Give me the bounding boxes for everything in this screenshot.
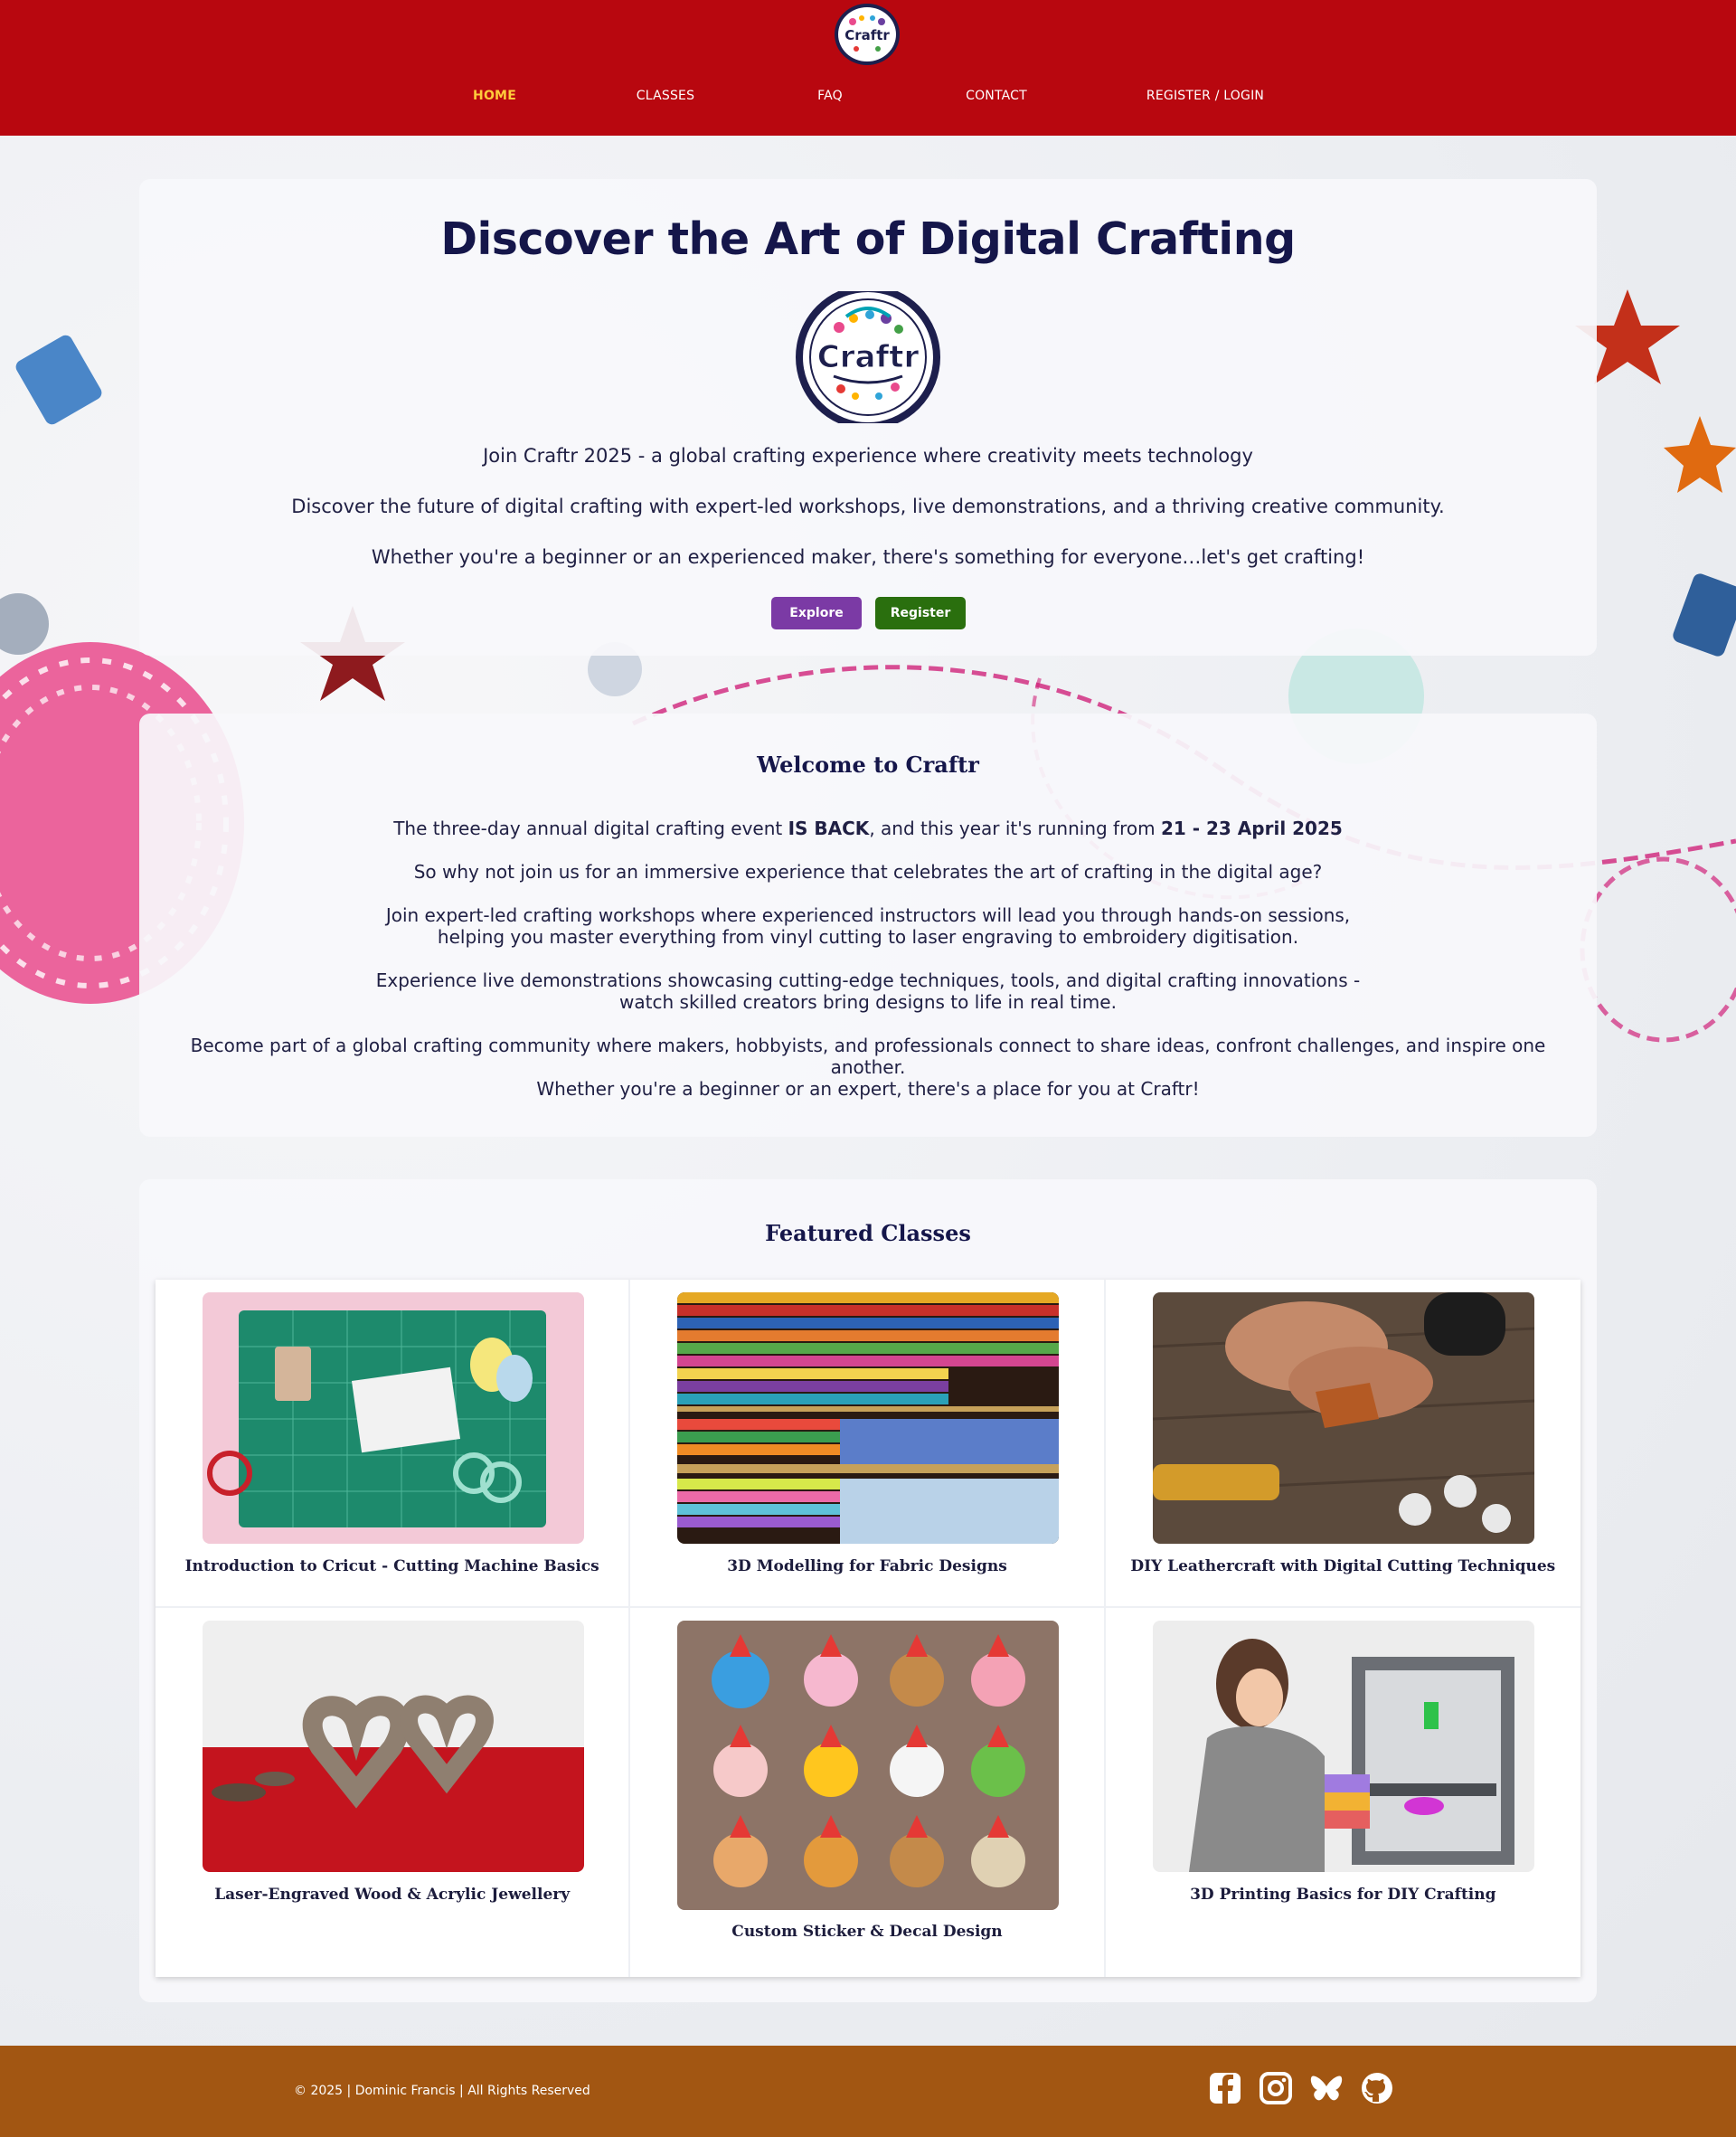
class-image-3d-printing[interactable] (1152, 1621, 1534, 1872)
bluesky-icon[interactable] (1309, 2071, 1344, 2105)
hero-line-3: Whether you're a beginner or an experien… (371, 546, 1365, 568)
class-image-stickers[interactable] (677, 1621, 1060, 1910)
class-title[interactable]: 3D Printing Basics for DIY Crafting (1106, 1886, 1580, 1904)
class-title[interactable]: Custom Sticker & Decal Design (630, 1923, 1103, 1941)
class-image-cricut[interactable] (203, 1292, 584, 1544)
hero-section: Discover the Art of Digital Crafting Cra… (139, 179, 1597, 656)
welcome-text: Become part of a global crafting communi… (190, 1035, 1546, 1056)
class-title[interactable]: 3D Modelling for Fabric Designs (630, 1557, 1103, 1575)
welcome-paragraph-workshops: Join expert-led crafting workshops where… (166, 904, 1570, 948)
copyright-text: © 2025 | Dominic Francis | All Rights Re… (294, 2084, 590, 2098)
welcome-text: Experience live demonstrations showcasin… (375, 969, 1361, 991)
welcome-paragraph-closing: Whether you're a beginner or an expert, … (536, 1078, 1200, 1100)
nav-register-login[interactable]: REGISTER / LOGIN (1146, 89, 1264, 103)
welcome-title: Welcome to Craftr (757, 752, 979, 778)
site-header: Craftr HOME CLASSES FAQ CONTACT REGISTER… (0, 0, 1736, 136)
welcome-paragraph-demos: Experience live demonstrations showcasin… (166, 969, 1570, 1013)
github-icon[interactable] (1360, 2071, 1394, 2105)
class-card[interactable]: 3D Modelling for Fabric Designs (630, 1280, 1106, 1608)
explore-button[interactable]: Explore (771, 597, 862, 629)
svg-text:Craftr: Craftr (817, 339, 920, 375)
class-image-fabric[interactable] (677, 1292, 1060, 1544)
class-image-jewellery[interactable] (203, 1621, 584, 1872)
event-dates: 21 - 23 April 2025 (1160, 818, 1343, 839)
class-title[interactable]: Introduction to Cricut - Cutting Machine… (156, 1557, 628, 1575)
craftr-logo[interactable]: Craftr (835, 4, 900, 65)
featured-classes-section: Featured Classes Introduction to Cricut … (139, 1179, 1597, 2002)
social-links (1208, 2071, 1394, 2105)
craftr-hero-logo: Craftr (796, 285, 940, 430)
nav-home[interactable]: HOME (473, 89, 516, 103)
class-title[interactable]: Laser-Engraved Wood & Acrylic Jewellery (156, 1886, 628, 1904)
hero-line-1: Join Craftr 2025 - a global crafting exp… (483, 445, 1253, 467)
class-card[interactable]: Laser-Engraved Wood & Acrylic Jewellery (156, 1608, 631, 1977)
craftr-logo-graphic: Craftr (844, 15, 890, 52)
class-card[interactable]: DIY Leathercraft with Digital Cutting Te… (1105, 1280, 1580, 1608)
main-nav: HOME CLASSES FAQ CONTACT REGISTER / LOGI… (0, 89, 1736, 109)
register-button[interactable]: Register (875, 597, 966, 629)
class-image-leathercraft[interactable] (1152, 1292, 1534, 1544)
featured-title: Featured Classes (765, 1220, 971, 1246)
site-footer: © 2025 | Dominic Francis | All Rights Re… (0, 2046, 1736, 2137)
hero-title: Discover the Art of Digital Crafting (440, 213, 1296, 265)
nav-contact[interactable]: CONTACT (966, 89, 1027, 103)
welcome-section: Welcome to Craftr The three-day annual d… (139, 714, 1597, 1137)
nav-faq[interactable]: FAQ (817, 89, 843, 103)
welcome-text: The three-day annual digital crafting ev… (393, 818, 788, 839)
welcome-text: Join expert-led crafting workshops where… (385, 904, 1351, 926)
welcome-text: watch skilled creators bring designs to … (619, 991, 1117, 1013)
is-back-highlight: IS BACK (788, 818, 870, 839)
facebook-icon[interactable] (1208, 2071, 1242, 2105)
instagram-icon[interactable] (1259, 2071, 1293, 2105)
class-card[interactable]: Introduction to Cricut - Cutting Machine… (156, 1280, 631, 1608)
hero-line-2: Discover the future of digital crafting … (291, 496, 1445, 517)
welcome-text: another. (830, 1056, 906, 1078)
class-card[interactable]: 3D Printing Basics for DIY Crafting (1106, 1608, 1580, 1977)
welcome-paragraph-community: Become part of a global crafting communi… (166, 1035, 1570, 1078)
welcome-text: , and this year it's running from (869, 818, 1161, 839)
welcome-text: helping you master everything from vinyl… (437, 926, 1299, 948)
class-title[interactable]: DIY Leathercraft with Digital Cutting Te… (1106, 1557, 1580, 1575)
svg-text:Craftr: Craftr (844, 27, 890, 43)
welcome-paragraph-invite: So why not join us for an immersive expe… (413, 861, 1323, 883)
welcome-paragraph-dates: The three-day annual digital crafting ev… (166, 818, 1570, 839)
class-card[interactable]: Custom Sticker & Decal Design (630, 1608, 1106, 1977)
classes-grid: Introduction to Cricut - Cutting Machine… (156, 1280, 1580, 1977)
nav-classes[interactable]: CLASSES (637, 89, 694, 103)
